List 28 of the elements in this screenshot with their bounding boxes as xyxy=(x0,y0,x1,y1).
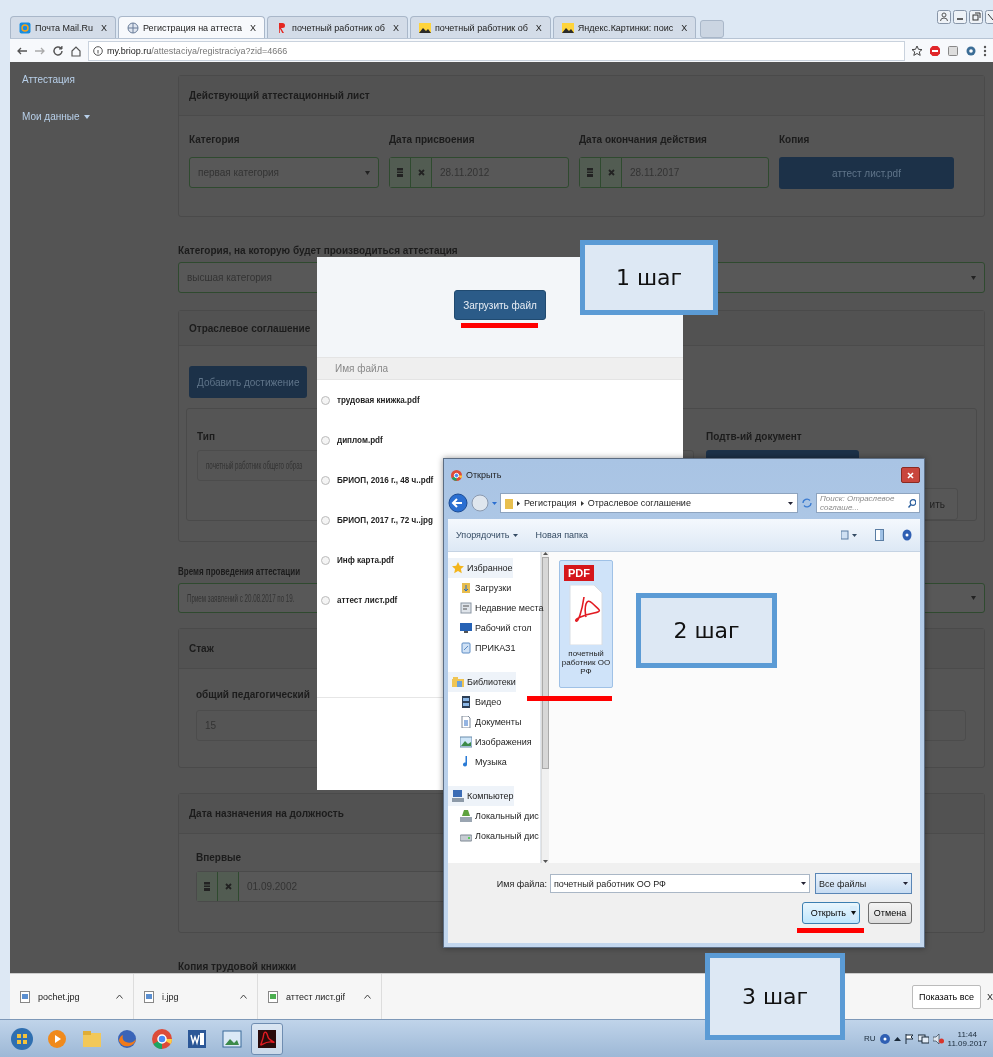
field-label: общий педагогический xyxy=(196,689,310,700)
tab-title: почетный работник об xyxy=(435,22,528,33)
url-path: /attestaciya/registraciya?zid=4666 xyxy=(151,46,288,56)
clock-date: 11.09.2017 xyxy=(947,1038,987,1048)
callout-text: 2 шаг xyxy=(673,618,740,643)
pdf-label: PDF xyxy=(564,565,594,581)
field-label: Имя файла: xyxy=(496,878,547,889)
clock-time: 11:44 xyxy=(957,1029,977,1039)
callout-text: 1 шаг xyxy=(615,265,683,290)
url-host: my.briop.ru xyxy=(107,46,152,56)
tab-title: Яндекс.Картинки: поис xyxy=(577,22,674,33)
column-header: Имя файла xyxy=(317,357,683,380)
field-label: Дата окончания действия xyxy=(579,134,707,145)
dialog-title: Открыть xyxy=(466,470,502,480)
tab-title: Регистрация на аттеста xyxy=(143,22,243,33)
field-label: Время проведения аттестации xyxy=(178,566,301,577)
callout-text: 3 шаг xyxy=(741,984,809,1009)
field-label: Тип xyxy=(197,431,215,442)
tab-title: почетный работник об xyxy=(292,22,385,33)
section-title: Копия трудовой книжки xyxy=(178,961,297,972)
field-label: Впервые xyxy=(196,852,242,863)
field-label: Дата присвоения xyxy=(389,134,475,145)
tab-title: Почта Mail.Ru xyxy=(35,22,93,33)
file-name: почетный работник ОО РФ xyxy=(560,649,612,676)
field-label: Подтв-ий документ xyxy=(706,431,802,442)
field-label: Категория, на которую будет производиться аттестация xyxy=(178,245,458,256)
field-label: Копия xyxy=(779,134,810,145)
field-label: Категория xyxy=(189,134,240,145)
